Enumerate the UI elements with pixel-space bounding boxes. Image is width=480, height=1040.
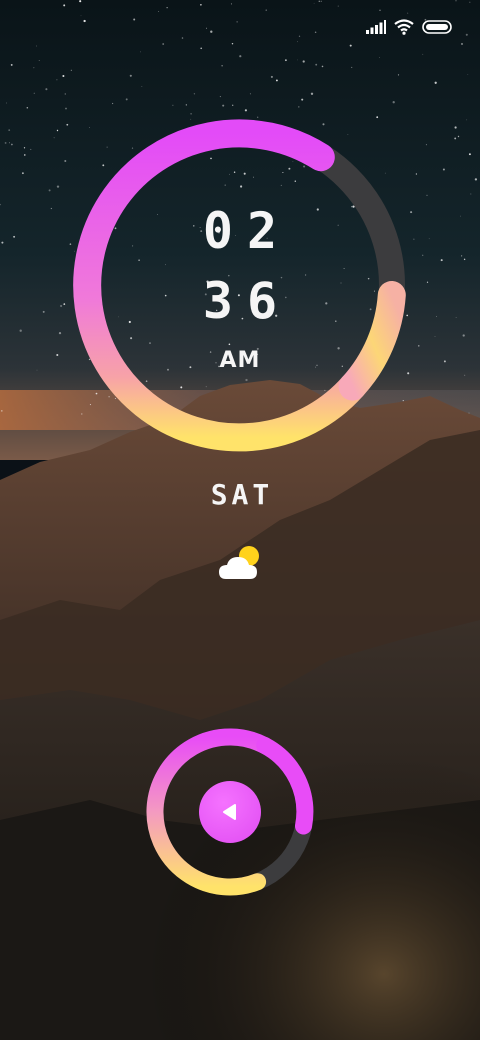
play-button[interactable]	[199, 781, 261, 843]
partly-cloudy-icon[interactable]	[217, 543, 265, 583]
clock-minute: 36	[202, 272, 292, 330]
clock-period: AM	[219, 348, 261, 373]
media-player[interactable]	[140, 722, 320, 902]
day-of-week: SAT	[210, 478, 274, 511]
lock-screen: 02 36 AM SAT	[0, 0, 480, 1040]
play-icon	[223, 804, 236, 820]
clock-hour: 02	[202, 202, 292, 260]
